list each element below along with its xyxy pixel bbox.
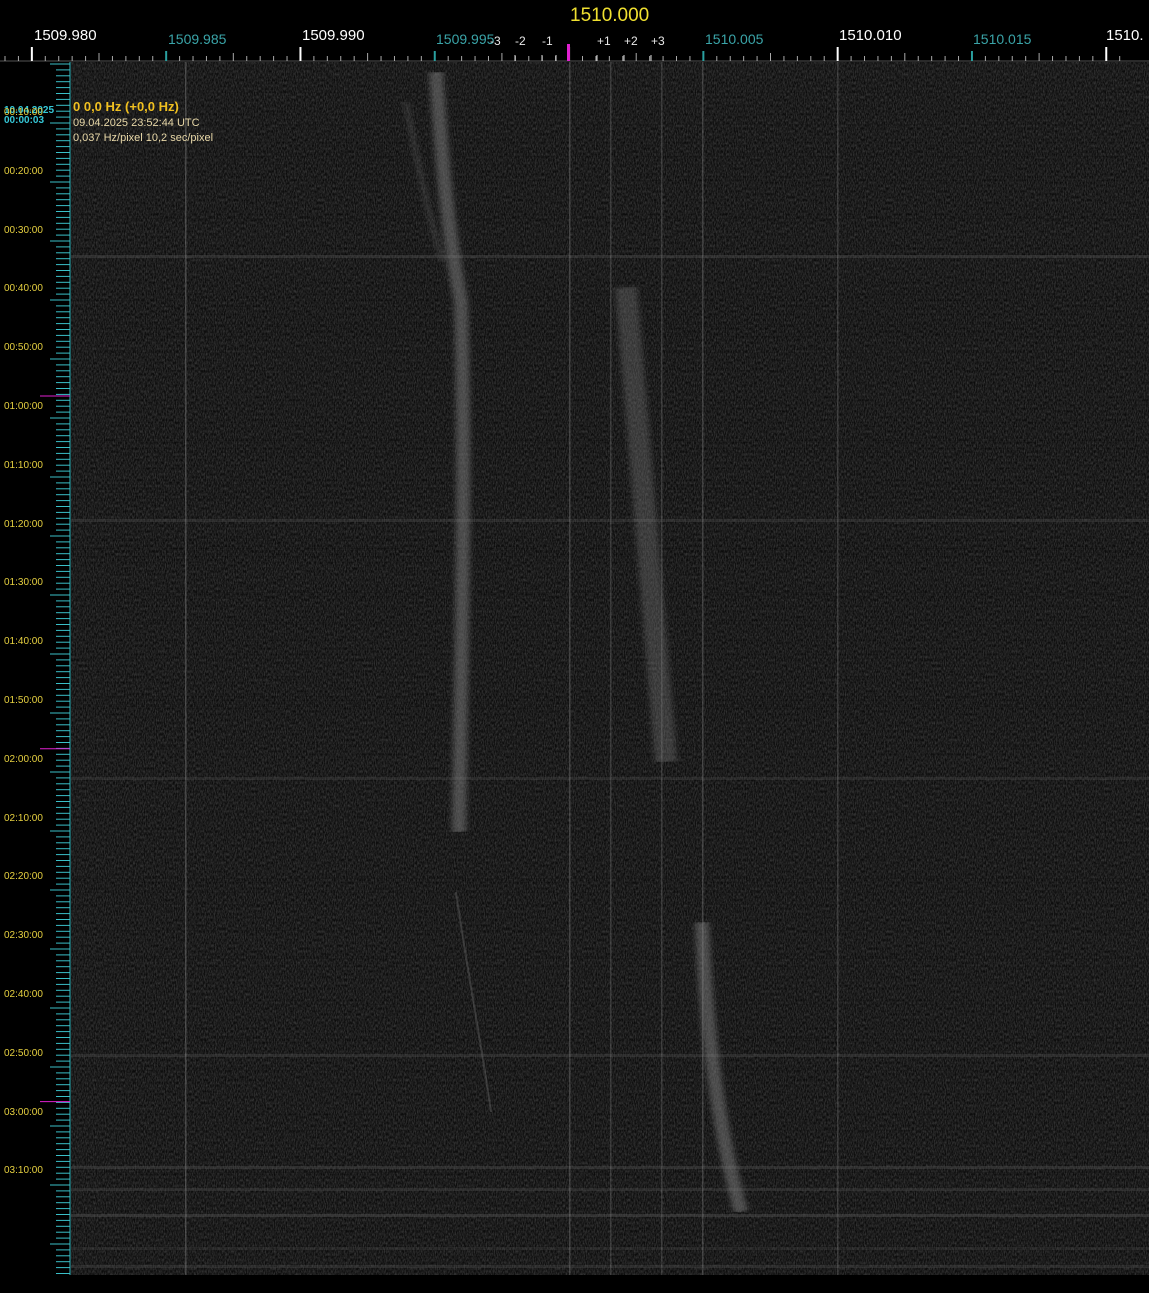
frequency-offset-readout: 0 0,0 Hz (+0,0 Hz) [73, 99, 179, 114]
time-label: 02:50:00 [4, 1047, 43, 1059]
time-label: 01:10:00 [4, 459, 43, 471]
time-label: 00:20:00 [4, 165, 43, 177]
time-label: 01:40:00 [4, 636, 43, 648]
waterfall-display[interactable] [71, 62, 1149, 1275]
time-label: 02:20:00 [4, 871, 43, 883]
time-label: 02:30:00 [4, 930, 43, 942]
time-label: 03:10:00 [4, 1165, 43, 1177]
time-label: 00:30:00 [4, 224, 43, 236]
center-frequency-marker [567, 44, 570, 61]
time-label: 02:00:00 [4, 753, 43, 765]
time-label: 00:40:00 [4, 283, 43, 295]
frequency-header[interactable]: 1510.000 1509.980 1509.985 1509.990 1509… [0, 0, 1149, 62]
carrier-line [702, 62, 704, 1275]
resolution-readout: 0,037 Hz/pixel 10,2 sec/pixel [73, 132, 214, 144]
frequency-ruler[interactable] [0, 44, 1149, 62]
carrier-line [569, 62, 571, 1275]
carrier-line [837, 62, 839, 1275]
time-label: 01:20:00 [4, 518, 43, 530]
time-scale[interactable]: 00:10:00 00:20:00 00:30:00 00:40:00 00:50:00… [0, 62, 71, 1275]
time-label: 01:30:00 [4, 577, 43, 589]
freq-label-1510-010: 1510.010 [839, 27, 902, 44]
bottom-bar [0, 1275, 1149, 1293]
time-label: 02:40:00 [4, 989, 43, 1000]
time-label: 01:00:00 [4, 401, 43, 412]
time-label: 03:00:00 [4, 1106, 43, 1118]
freq-label-1510-020: 1510. [1106, 27, 1144, 44]
carrier-line [610, 62, 612, 1275]
time-ticks [40, 62, 71, 1275]
time-label: 01:50:00 [4, 695, 43, 706]
time-label: 00:50:00 [4, 342, 43, 354]
time-label: 00:10:00 [4, 107, 43, 118]
freq-label-1509-980: 1509.980 [34, 27, 97, 44]
freq-label-1509-990: 1509.990 [302, 27, 365, 44]
time-label: 02:10:00 [4, 812, 43, 824]
utc-timestamp: 09.04.2025 23:52:44 UTC [73, 117, 200, 129]
center-frequency-label: 1510.000 [570, 5, 650, 26]
info-overlay: 0 0,0 Hz (+0,0 Hz) 09.04.2025 23:52:44 U… [73, 99, 213, 144]
carrier-line [185, 62, 187, 1275]
